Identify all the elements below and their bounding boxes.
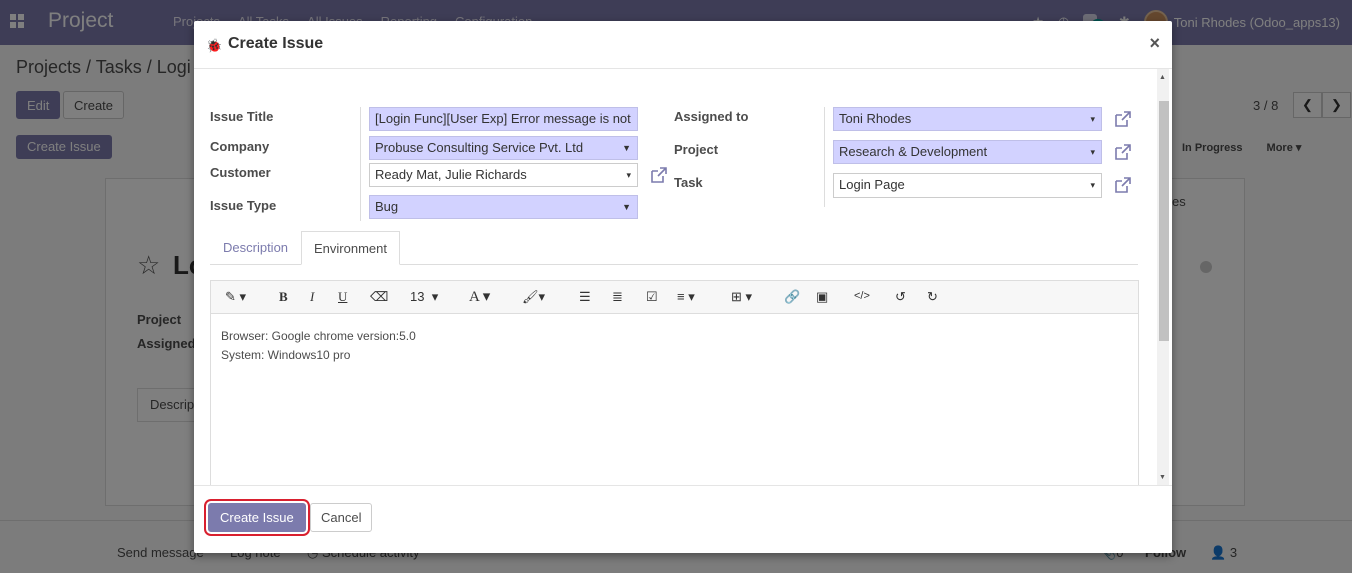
external-link-icon[interactable]	[1114, 110, 1132, 128]
company-label: Company	[210, 139, 270, 154]
checklist-icon[interactable]: ☑	[646, 289, 658, 305]
dialog-scrollbar[interactable]: ▲ ▼	[1157, 69, 1169, 485]
underline-icon[interactable]: U	[338, 289, 347, 305]
create-issue-dialog: 🐞 Create Issue × Issue Title [Login Func…	[194, 21, 1172, 553]
left-group-divider	[360, 107, 361, 221]
issue-type-select[interactable]: Bug ▼	[369, 195, 638, 219]
font-size-value: 13	[410, 289, 425, 304]
paint-brush-icon[interactable]: 🖌▾	[522, 289, 545, 305]
tab-environment[interactable]: Environment	[301, 231, 400, 265]
notebook-tabs: Description Environment	[210, 231, 1138, 265]
company-select[interactable]: Probuse Consulting Service Pvt. Ltd ▼	[369, 136, 638, 160]
issue-type-value: Bug	[375, 199, 399, 214]
link-icon[interactable]: 🔗	[784, 289, 800, 305]
undo-icon[interactable]: ↺	[895, 289, 906, 305]
caret-down-icon: ▾	[1090, 114, 1095, 124]
close-icon[interactable]: ×	[1149, 33, 1160, 54]
caret-down-icon: ▼	[622, 143, 631, 153]
caret-down-icon: ▼	[622, 202, 631, 212]
task-value: Login Page	[839, 177, 905, 192]
assigned-to-select[interactable]: Toni Rhodes ▾	[833, 107, 1102, 131]
ordered-list-icon[interactable]: ≣	[612, 289, 623, 305]
external-link-icon[interactable]	[1114, 143, 1132, 161]
scrollbar-thumb[interactable]	[1159, 101, 1169, 341]
editor-line: Browser: Google chrome version:5.0	[221, 329, 416, 343]
table-icon[interactable]: ⊞ ▾	[731, 289, 752, 305]
project-value: Research & Development	[839, 144, 988, 159]
create-issue-button[interactable]: Create Issue	[208, 503, 306, 532]
caret-down-icon: ▾	[626, 170, 631, 180]
html-editor: ✎ ▾ B I U ⌫ 13 ▾ A ▾ 🖌▾ ☰ ≣ ☑ ≡ ▾ ⊞ ▾ 🔗 …	[210, 280, 1139, 485]
external-link-icon[interactable]	[1114, 176, 1132, 194]
font-color-icon[interactable]: A ▾	[469, 287, 490, 306]
project-select[interactable]: Research & Development ▾	[833, 140, 1102, 164]
dialog-header: 🐞 Create Issue ×	[194, 21, 1172, 69]
redo-icon[interactable]: ↻	[927, 289, 938, 305]
external-link-icon[interactable]	[650, 166, 668, 184]
eraser-icon[interactable]: ⌫	[370, 289, 388, 305]
editor-toolbar: ✎ ▾ B I U ⌫ 13 ▾ A ▾ 🖌▾ ☰ ≣ ☑ ≡ ▾ ⊞ ▾ 🔗 …	[211, 281, 1138, 314]
caret-down-icon: ▾	[1090, 147, 1095, 157]
font-size-dropdown[interactable]: 13 ▾	[410, 289, 438, 305]
italic-icon[interactable]: I	[310, 289, 314, 305]
dialog-footer: Create Issue Cancel	[194, 485, 1172, 553]
right-group-divider	[824, 107, 825, 207]
task-select[interactable]: Login Page ▾	[833, 173, 1102, 198]
cancel-button[interactable]: Cancel	[310, 503, 373, 532]
dialog-body: Issue Title [Login Func][User Exp] Error…	[194, 69, 1172, 485]
assigned-to-label: Assigned to	[674, 109, 749, 124]
tab-description[interactable]: Description	[211, 231, 300, 265]
scroll-up-icon[interactable]: ▲	[1159, 74, 1166, 81]
task-label: Task	[674, 175, 703, 190]
issue-title-input[interactable]: [Login Func][User Exp] Error message is …	[369, 107, 638, 131]
editor-line: System: Windows10 pro	[221, 348, 351, 362]
editor-content[interactable]: Browser: Google chrome version:5.0 Syste…	[221, 327, 416, 365]
unordered-list-icon[interactable]: ☰	[579, 289, 591, 305]
bug-icon: 🐞	[206, 38, 223, 53]
align-icon[interactable]: ≡ ▾	[677, 289, 695, 305]
code-view-icon[interactable]: </>	[854, 290, 870, 302]
scroll-down-icon[interactable]: ▼	[1159, 474, 1166, 481]
issue-title-label: Issue Title	[210, 109, 274, 124]
company-value: Probuse Consulting Service Pvt. Ltd	[375, 140, 584, 155]
project-label: Project	[674, 142, 719, 157]
caret-down-icon: ▾	[1090, 180, 1095, 190]
customer-select[interactable]: Ready Mat, Julie Richards ▾	[369, 163, 638, 187]
magic-wand-icon[interactable]: ✎ ▾	[225, 289, 246, 305]
dialog-title: Create Issue	[228, 35, 324, 52]
issue-type-label: Issue Type	[210, 198, 277, 213]
assigned-to-value: Toni Rhodes	[839, 111, 912, 126]
bold-icon[interactable]: B	[279, 289, 288, 305]
image-icon[interactable]: ▣	[816, 289, 828, 305]
customer-label: Customer	[210, 165, 271, 180]
customer-value: Ready Mat, Julie Richards	[375, 167, 527, 182]
